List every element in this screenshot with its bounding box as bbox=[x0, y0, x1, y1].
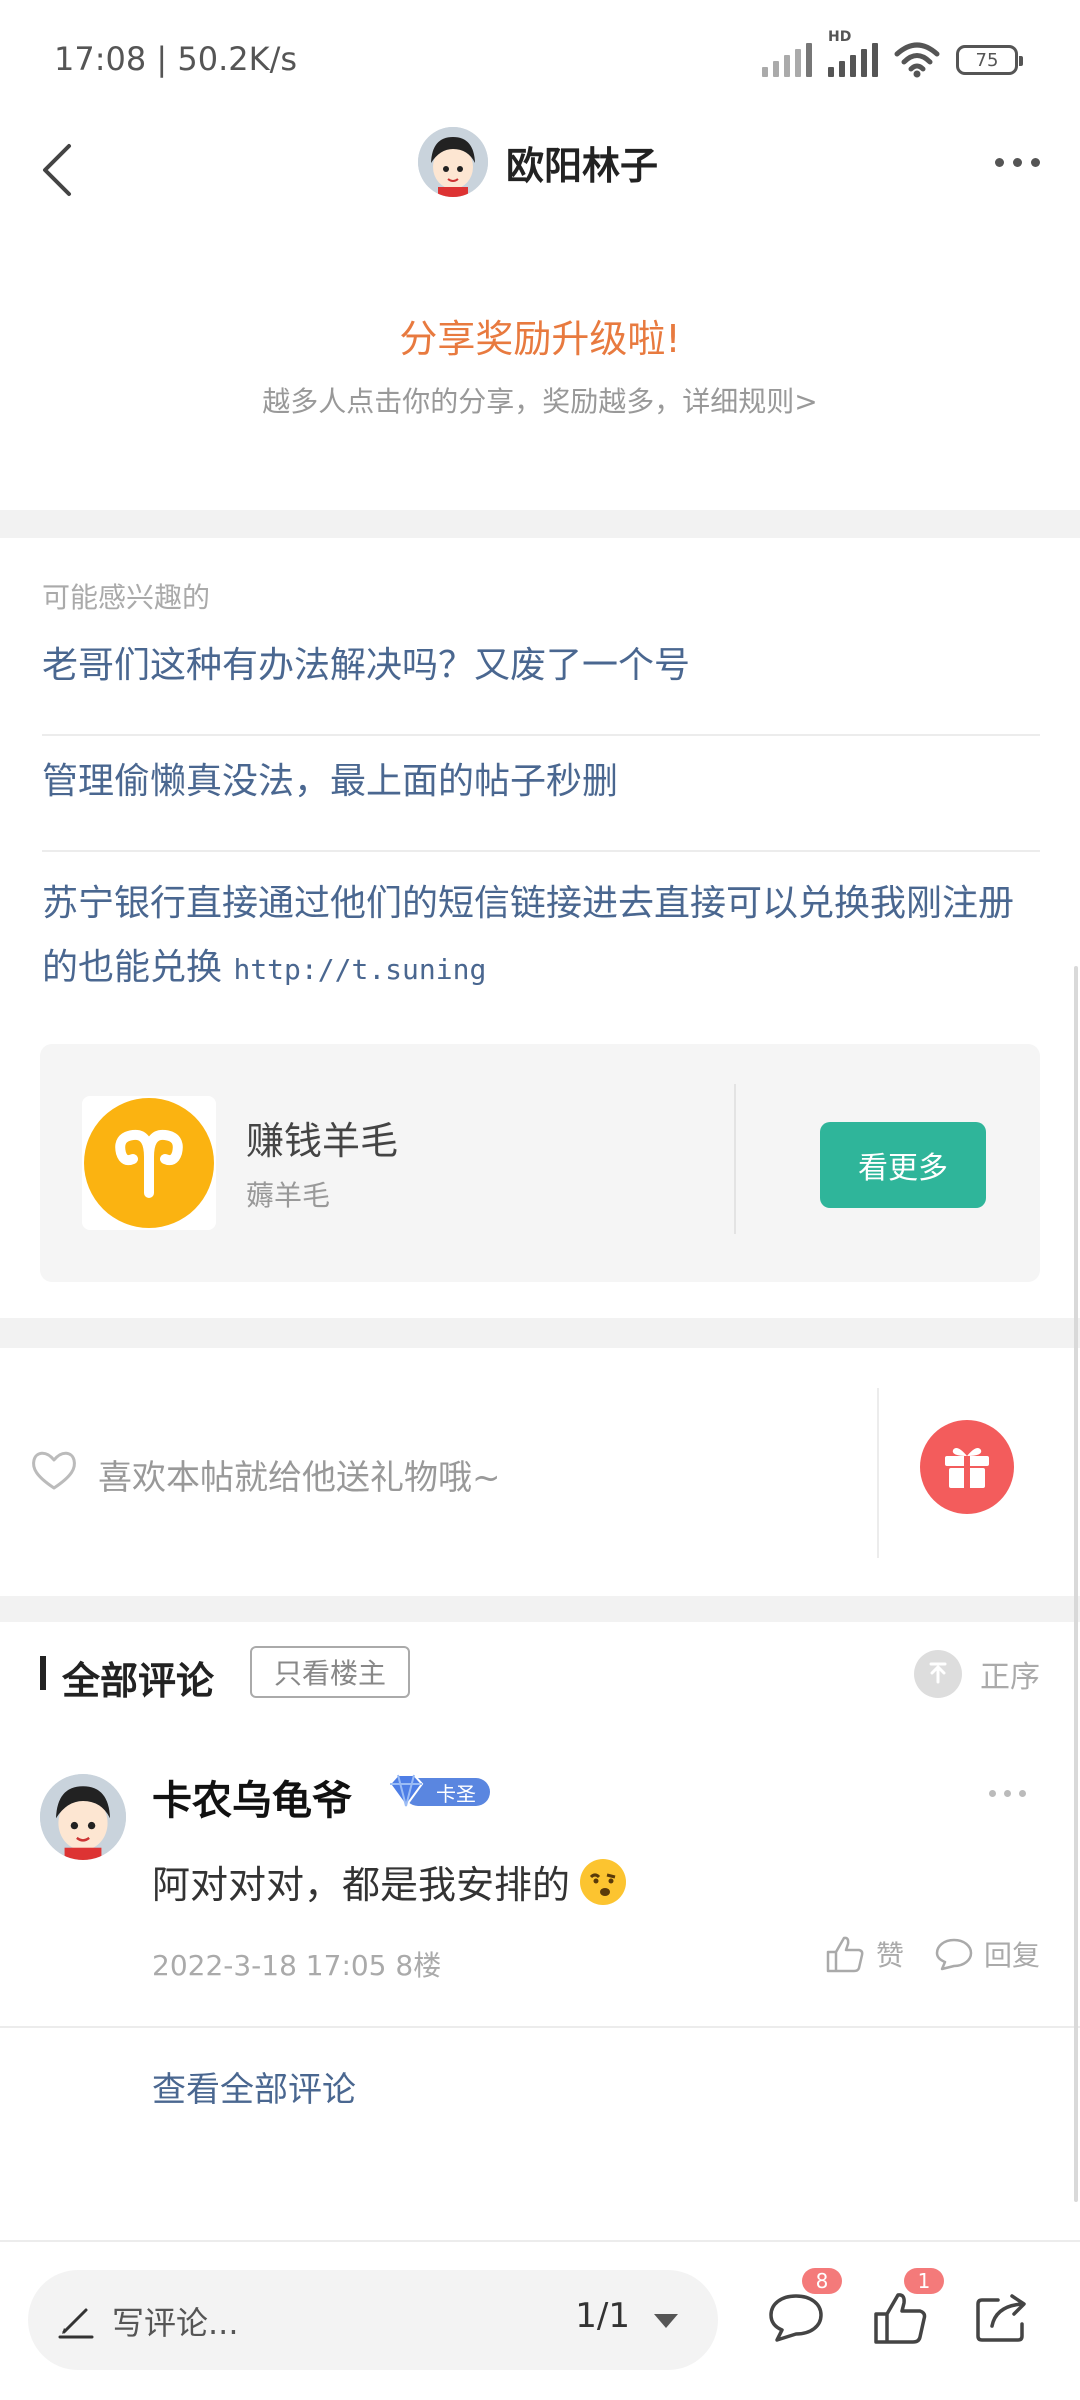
send-gift-button[interactable] bbox=[920, 1420, 1014, 1514]
comment-text: 阿对对对，都是我安排的 bbox=[152, 1863, 571, 1907]
status-icons: HD 75 bbox=[762, 29, 1023, 78]
see-more-button[interactable]: 看更多 bbox=[820, 1122, 986, 1208]
interest-item[interactable]: 老哥们这种有办法解决吗？又废了一个号 bbox=[42, 634, 1040, 698]
sort-order-button[interactable]: 正序 bbox=[914, 1650, 1040, 1698]
comment-content: 阿对对对，都是我安排的 bbox=[152, 1854, 627, 1909]
cartoon-avatar-icon bbox=[40, 1774, 126, 1860]
gift-icon bbox=[945, 1448, 989, 1488]
divider bbox=[877, 1388, 879, 1558]
more-options-button[interactable] bbox=[995, 158, 1040, 167]
comment-meta: 2022-3-18 17:05 8楼 bbox=[152, 1949, 442, 1982]
comment-username[interactable]: 卡农乌龟爷 bbox=[152, 1768, 352, 1826]
sort-label: 正序 bbox=[980, 1660, 1040, 1695]
gift-section: 喜欢本帖就给他送礼物哦~ bbox=[0, 1348, 1080, 1596]
interest-section: 可能感兴趣的 老哥们这种有办法解决吗？又废了一个号 管理偷懒真没法，最上面的帖子… bbox=[0, 538, 1080, 1318]
reply-button[interactable]: 回复 bbox=[934, 1934, 1040, 1974]
topic-logo bbox=[82, 1096, 216, 1230]
heart-icon[interactable] bbox=[30, 1448, 78, 1492]
avatar[interactable] bbox=[40, 1774, 126, 1860]
like-label: 赞 bbox=[875, 1939, 904, 1972]
reply-label: 回复 bbox=[983, 1939, 1040, 1972]
share-reward-title: 分享奖励升级啦! bbox=[399, 317, 681, 361]
signal-icon bbox=[762, 43, 812, 77]
smirk-emoji-icon bbox=[580, 1858, 627, 1905]
sort-icon bbox=[914, 1650, 962, 1698]
chevron-left-icon bbox=[43, 144, 71, 196]
diamond-icon bbox=[388, 1774, 424, 1808]
battery-level: 75 bbox=[975, 49, 999, 71]
comments-title: 全部评论 bbox=[62, 1659, 215, 1703]
nav-user[interactable]: 欧阳林子 bbox=[418, 127, 658, 197]
divider bbox=[42, 850, 1040, 852]
chat-bubble-icon bbox=[935, 1938, 973, 1971]
wifi-icon bbox=[894, 42, 940, 78]
divider bbox=[0, 2026, 1080, 2028]
section-marker bbox=[40, 1656, 46, 1690]
comment-more-button[interactable] bbox=[989, 1790, 1026, 1797]
caret-down-icon[interactable] bbox=[654, 2314, 678, 2328]
user-level-badge: 卡圣 bbox=[386, 1772, 492, 1810]
pen-icon bbox=[58, 2308, 94, 2339]
interest-item[interactable]: 苏宁银行直接通过他们的短信链接进去直接可以兑换我刚注册的也能兑换 http://… bbox=[42, 872, 1040, 1002]
topic-desc: 薅羊毛 bbox=[246, 1179, 331, 1212]
chat-bubble-icon bbox=[769, 2294, 823, 2342]
aries-ram-icon bbox=[115, 1129, 183, 1198]
like-count-badge: 1 bbox=[904, 2268, 944, 2294]
like-post-button[interactable]: 1 bbox=[864, 2268, 944, 2354]
section-divider bbox=[0, 510, 1080, 538]
interest-item[interactable]: 管理偷懒真没法，最上面的帖子秒删 bbox=[42, 750, 1040, 814]
interest-item-url: http://t.suning bbox=[233, 953, 487, 986]
gift-prompt-text: 喜欢本帖就给他送礼物哦~ bbox=[98, 1458, 501, 1498]
interest-heading: 可能感兴趣的 bbox=[42, 581, 211, 614]
comments-section: 全部评论 只看楼主 正序 卡农乌龟爷 卡圣 阿对对对，都是我安排的 2022-3… bbox=[0, 1622, 1080, 2242]
scrollbar[interactable] bbox=[1074, 966, 1078, 2202]
thumbs-up-icon bbox=[826, 1936, 864, 1973]
share-reward-section: 分享奖励升级啦! 越多人点击你的分享，奖励越多，详细规则> bbox=[0, 220, 1080, 510]
back-button[interactable] bbox=[22, 135, 92, 205]
view-all-comments-link[interactable]: 查看全部评论 bbox=[152, 2062, 356, 2111]
section-divider bbox=[0, 1596, 1080, 1622]
avatar[interactable] bbox=[418, 127, 488, 197]
divider bbox=[42, 734, 1040, 736]
like-button[interactable]: 赞 bbox=[824, 1934, 904, 1974]
comment-input-placeholder: 写评论... bbox=[112, 2304, 239, 2342]
section-divider bbox=[0, 1318, 1080, 1348]
topic-card[interactable]: 赚钱羊毛 薅羊毛 看更多 bbox=[40, 1044, 1040, 1282]
divider bbox=[734, 1084, 736, 1234]
top-nav: 欧阳林子 bbox=[0, 120, 1080, 220]
thumbs-up-icon bbox=[874, 2293, 927, 2344]
signal-hd-icon: HD bbox=[828, 29, 878, 77]
battery-icon: 75 bbox=[956, 45, 1023, 75]
interest-item-text: 苏宁银行直接通过他们的短信链接进去直接可以兑换我刚注册的也能兑换 bbox=[42, 883, 1015, 988]
page-title: 欧阳林子 bbox=[506, 143, 659, 188]
share-reward-rules-link[interactable]: 越多人点击你的分享，奖励越多，详细规则> bbox=[0, 380, 1080, 420]
status-bar: 17:08 | 50.2K/s HD 75 bbox=[0, 0, 1080, 120]
bottom-bar: 写评论... 1/1 8 1 bbox=[0, 2240, 1080, 2400]
topic-name: 赚钱羊毛 bbox=[246, 1119, 399, 1163]
comment-actions: 赞 回复 bbox=[824, 1934, 1040, 1974]
share-button[interactable] bbox=[966, 2282, 1038, 2354]
page-indicator[interactable]: 1/1 bbox=[575, 2296, 630, 2336]
cartoon-avatar-icon bbox=[418, 127, 488, 197]
share-icon bbox=[976, 2294, 1026, 2342]
comment-count-badge: 8 bbox=[802, 2268, 842, 2294]
comment-input[interactable]: 写评论... 1/1 bbox=[28, 2270, 718, 2370]
comments-button[interactable]: 8 bbox=[760, 2268, 842, 2354]
only-op-button[interactable]: 只看楼主 bbox=[250, 1646, 411, 1698]
status-time: 17:08 | 50.2K/s bbox=[54, 40, 298, 78]
